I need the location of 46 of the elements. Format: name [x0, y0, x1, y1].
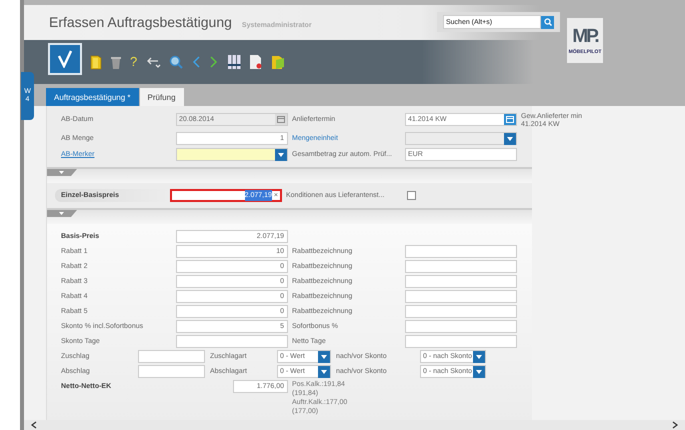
dropdown-field[interactable]	[176, 148, 288, 162]
back-arrow-icon[interactable]	[145, 54, 162, 69]
collapse-bar[interactable]	[47, 167, 532, 184]
caret-icon	[507, 136, 513, 141]
search-button[interactable]	[541, 16, 554, 29]
dropdown-button[interactable]	[473, 350, 485, 363]
folder-icon[interactable]	[271, 54, 286, 70]
caret-icon	[476, 370, 482, 374]
window-title: Erfassen Auftragsbestätigung	[49, 14, 232, 30]
dropdown-button[interactable]	[318, 350, 330, 363]
caret-icon	[278, 152, 284, 157]
calendar-icon	[277, 116, 285, 124]
input-field[interactable]	[405, 275, 517, 288]
caret-icon	[321, 354, 327, 359]
caret-icon	[476, 354, 482, 359]
calendar-button[interactable]	[504, 114, 516, 126]
input-field[interactable]	[405, 245, 517, 258]
previous-icon[interactable]	[191, 54, 202, 69]
help-button[interactable]: ?	[130, 54, 138, 70]
dropdown-button[interactable]	[473, 366, 485, 378]
input-field[interactable]	[405, 320, 517, 334]
input-field[interactable]	[138, 350, 205, 364]
search-icon	[544, 18, 552, 26]
dropdown-button[interactable]	[318, 366, 330, 378]
calendar-icon	[506, 116, 514, 124]
input-field[interactable]	[176, 335, 288, 348]
input-field[interactable]	[405, 335, 517, 348]
scroll-right-icon[interactable]	[671, 421, 679, 430]
caret-icon	[321, 370, 327, 374]
search-icon[interactable]	[169, 54, 184, 69]
logo-mark: MP.	[572, 25, 598, 48]
binders-icon[interactable]	[227, 54, 242, 70]
input-field[interactable]	[405, 290, 517, 304]
tab[interactable]: Prüfung	[140, 88, 184, 106]
document-icon[interactable]	[249, 54, 264, 70]
next-icon[interactable]	[209, 54, 220, 69]
scroll-left-icon[interactable]	[30, 421, 38, 430]
dropdown-button[interactable]	[275, 148, 287, 161]
tab[interactable]: Auftragsbestätigung *	[46, 88, 138, 106]
save-button[interactable]	[48, 42, 82, 75]
checkbox[interactable]	[407, 191, 416, 200]
input-field[interactable]	[138, 365, 205, 378]
folder-icon[interactable]	[90, 54, 102, 70]
collapse-bar[interactable]	[47, 208, 532, 224]
input-field[interactable]	[405, 260, 517, 274]
input-field[interactable]	[405, 305, 517, 318]
